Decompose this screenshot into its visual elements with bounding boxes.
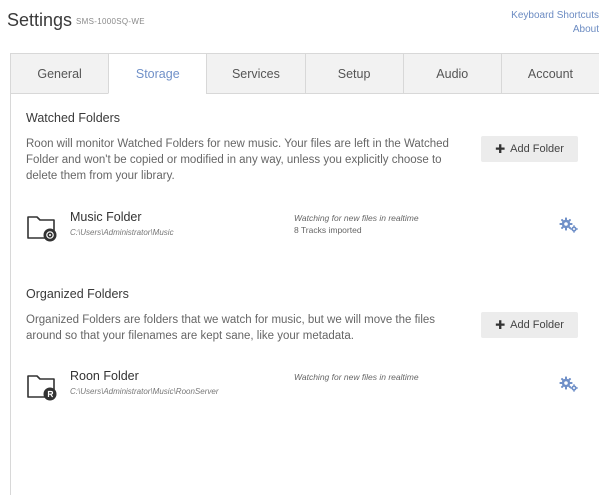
folder-music-icon bbox=[26, 212, 58, 242]
plus-icon: ✚ bbox=[495, 318, 506, 332]
add-organized-folder-button[interactable]: ✚ Add Folder bbox=[481, 312, 578, 338]
gear-icon[interactable] bbox=[558, 375, 580, 393]
folder-path: C:\Users\Administrator\Music bbox=[70, 228, 174, 237]
header-links: Keyboard Shortcuts About bbox=[479, 9, 599, 37]
add-folder-label: Add Folder bbox=[510, 319, 564, 331]
tab-general[interactable]: General bbox=[10, 54, 108, 93]
watched-folders-title: Watched Folders bbox=[26, 111, 121, 125]
add-folder-label: Add Folder bbox=[510, 143, 564, 155]
tab-audio[interactable]: Audio bbox=[402, 54, 501, 93]
keyboard-shortcuts-link[interactable]: Keyboard Shortcuts bbox=[479, 9, 599, 23]
watch-status: Watching for new files in realtime bbox=[294, 372, 419, 382]
watched-folder-row: Music Folder C:\Users\Administrator\Musi… bbox=[26, 210, 586, 246]
watch-status: Watching for new files in realtime bbox=[294, 213, 419, 223]
device-name: SMS-1000SQ-WE bbox=[76, 17, 145, 26]
watched-folders-description: Roon will monitor Watched Folders for ne… bbox=[26, 138, 449, 182]
tab-storage[interactable]: Storage bbox=[108, 54, 207, 94]
add-watched-folder-button[interactable]: ✚ Add Folder bbox=[481, 136, 578, 162]
folder-path: C:\Users\Administrator\Music\RoonServer bbox=[70, 387, 219, 396]
tab-services[interactable]: Services bbox=[206, 54, 304, 93]
tracks-imported: 8 Tracks imported bbox=[294, 225, 362, 235]
page-title: Settings SMS-1000SQ-WE bbox=[7, 10, 145, 31]
header: Settings SMS-1000SQ-WE Keyboard Shortcuts… bbox=[0, 0, 599, 52]
tab-account[interactable]: Account bbox=[500, 54, 599, 93]
storage-panel: Watched Folders Roon will monitor Watche… bbox=[10, 93, 599, 495]
folder-status: Watching for new files in realtime 8 Tra… bbox=[294, 212, 419, 236]
folder-name: Roon Folder bbox=[70, 369, 139, 383]
page-title-text: Settings bbox=[7, 10, 73, 30]
folder-roon-icon bbox=[26, 371, 58, 401]
folder-status: Watching for new files in realtime bbox=[294, 371, 419, 383]
about-link[interactable]: About bbox=[479, 23, 599, 37]
tab-setup[interactable]: Setup bbox=[304, 54, 403, 93]
gear-icon[interactable] bbox=[558, 216, 580, 234]
tab-bar: General Storage Services Setup Audio Acc… bbox=[10, 53, 599, 94]
organized-folders-title: Organized Folders bbox=[26, 287, 129, 301]
organized-folders-description: Organized Folders are folders that we wa… bbox=[26, 314, 436, 342]
organized-folder-row: Roon Folder C:\Users\Administrator\Music… bbox=[26, 369, 586, 405]
plus-icon: ✚ bbox=[495, 142, 506, 156]
folder-name: Music Folder bbox=[70, 210, 142, 224]
